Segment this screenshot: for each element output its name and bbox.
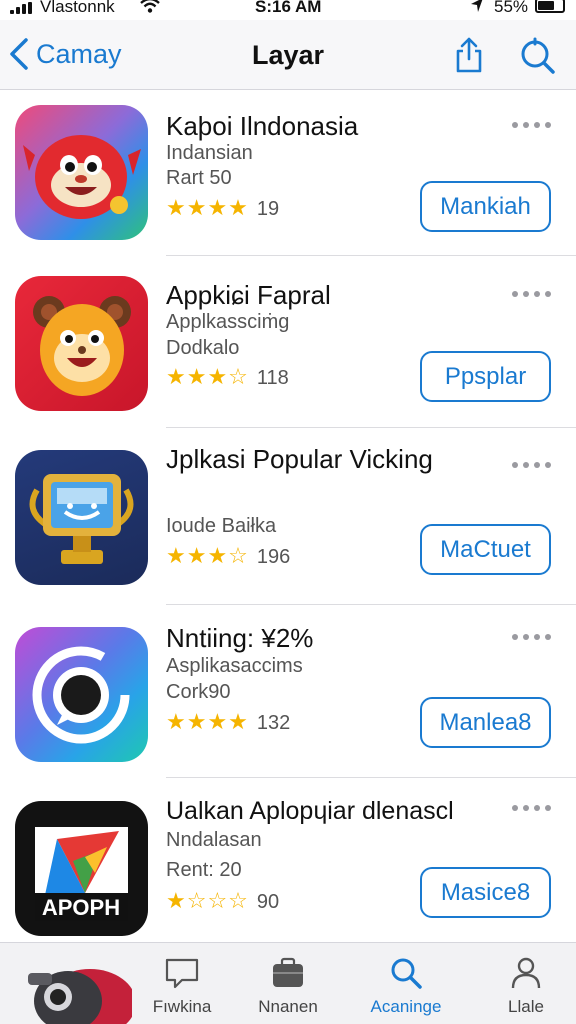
get-button[interactable]: Ppsplar (420, 351, 551, 402)
share-icon[interactable] (452, 35, 486, 75)
search-icon (391, 958, 422, 989)
tab-label: Llale (508, 997, 544, 1016)
signal-icon (10, 2, 32, 14)
app-name: Ualkan Aplopɥiar dlenascl (166, 797, 454, 825)
star-icon: ★★★★ (166, 195, 249, 220)
location-arrow-icon (470, 0, 484, 17)
icon-wordmark: APOPH (42, 895, 120, 920)
page-title: Layar (251, 40, 325, 70)
rating-count: 196 (256, 546, 291, 568)
list-item[interactable]: Jplkasi Popular Vicking Ioude Baiłka ★★★… (0, 428, 576, 605)
app-name: Nntiing: ¥2% (166, 623, 314, 653)
carrier-name: Vlastonnk (40, 0, 115, 16)
get-button[interactable]: Masice8 (420, 867, 551, 918)
star-icon: ★★★☆ (166, 543, 249, 568)
tab-label: Nnanen (258, 997, 318, 1016)
more-options-button[interactable] (512, 291, 552, 297)
star-icon: ★★★★ (166, 709, 249, 734)
star-icon: ★☆☆☆ (166, 888, 249, 913)
red-mascot-icon (15, 105, 148, 240)
more-options-button[interactable] (512, 634, 552, 640)
tab-profile[interactable]: Llale (476, 943, 576, 1024)
wifi-icon (140, 0, 160, 18)
app-detail: Ioude Baiłka (166, 515, 277, 537)
app-detail: Dodkalo (166, 337, 240, 359)
rating-count: 19 (256, 198, 280, 220)
person-icon (511, 957, 541, 989)
trophy-screen-icon (15, 450, 148, 585)
get-button[interactable]: MaCtuet (420, 524, 551, 575)
tab-label: Fıwkina (152, 997, 212, 1016)
rating-count: 132 (256, 712, 291, 734)
star-rating: ★★★★ 132 (166, 709, 290, 735)
app-detail: Cork90 (166, 681, 231, 703)
star-rating: ★☆☆☆ 90 (166, 888, 279, 914)
list-item[interactable]: APOPH Ualkan Aplopɥiar dlenascl Nndalasa… (0, 778, 576, 942)
get-button[interactable]: Manlea8 (420, 697, 551, 748)
chat-ring-icon (15, 627, 148, 762)
tab-briefcase[interactable]: Nnanen (238, 943, 338, 1024)
more-options-button[interactable] (512, 805, 552, 811)
more-options-button[interactable] (512, 122, 552, 128)
app-category: Nndalasan (166, 829, 262, 851)
list-item[interactable]: Appkiɕi Fapral Applkassciṁg Dodkalo ★★★☆… (0, 256, 576, 428)
more-options-button[interactable] (512, 462, 552, 468)
rating-count: 118 (256, 367, 289, 389)
bear-mascot-icon (15, 276, 148, 411)
message-icon (165, 958, 199, 989)
app-detail: Rent: 20 (166, 859, 242, 881)
star-rating: ★★★★ 19 (166, 195, 279, 221)
app-name: Jplkasi Popular Vicking (166, 444, 433, 474)
tab-messages[interactable]: Fıwkina (132, 943, 232, 1024)
search-icon[interactable] (517, 36, 557, 76)
rating-count: 90 (256, 891, 280, 913)
star-rating: ★★★☆ 118 (166, 364, 289, 390)
tab-search[interactable]: Acaninge (356, 943, 456, 1024)
battery-percent: 55% (494, 0, 529, 16)
app-category: Indansian (166, 142, 253, 164)
navigation-bar: Camay Layar (0, 20, 576, 90)
get-button[interactable]: Mankiah (420, 181, 551, 232)
app-category: Applkassciṁg (166, 311, 290, 333)
app-category: Asplikasaccims (166, 655, 303, 677)
tab-label: Acaninge (370, 997, 442, 1016)
list-item[interactable]: Nntiing: ¥2% Asplikasaccims Cork90 ★★★★ 1… (0, 605, 576, 778)
tab-bar: Fıwkina Nnanen Acaninge Llale (0, 942, 576, 1024)
star-rating: ★★★☆ 196 (166, 543, 290, 569)
app-detail: Rart 50 (166, 167, 232, 189)
app-name: Kaþoi Ilndonasia (166, 111, 359, 141)
briefcase-icon (273, 957, 303, 987)
clock: S:16 AM (255, 0, 322, 16)
list-item[interactable]: Kaþoi Ilndonasia Indansian Rart 50 ★★★★ 1… (0, 91, 576, 256)
apoph-play-icon: APOPH (15, 801, 148, 936)
star-icon: ★★★☆ (166, 364, 249, 389)
battery-icon (535, 0, 565, 13)
app-name: Appkiɕi Fapral (166, 280, 331, 310)
status-bar: Vlastonnk S:16 AM 55% (0, 0, 576, 20)
robot-mascot-icon (28, 969, 132, 1024)
